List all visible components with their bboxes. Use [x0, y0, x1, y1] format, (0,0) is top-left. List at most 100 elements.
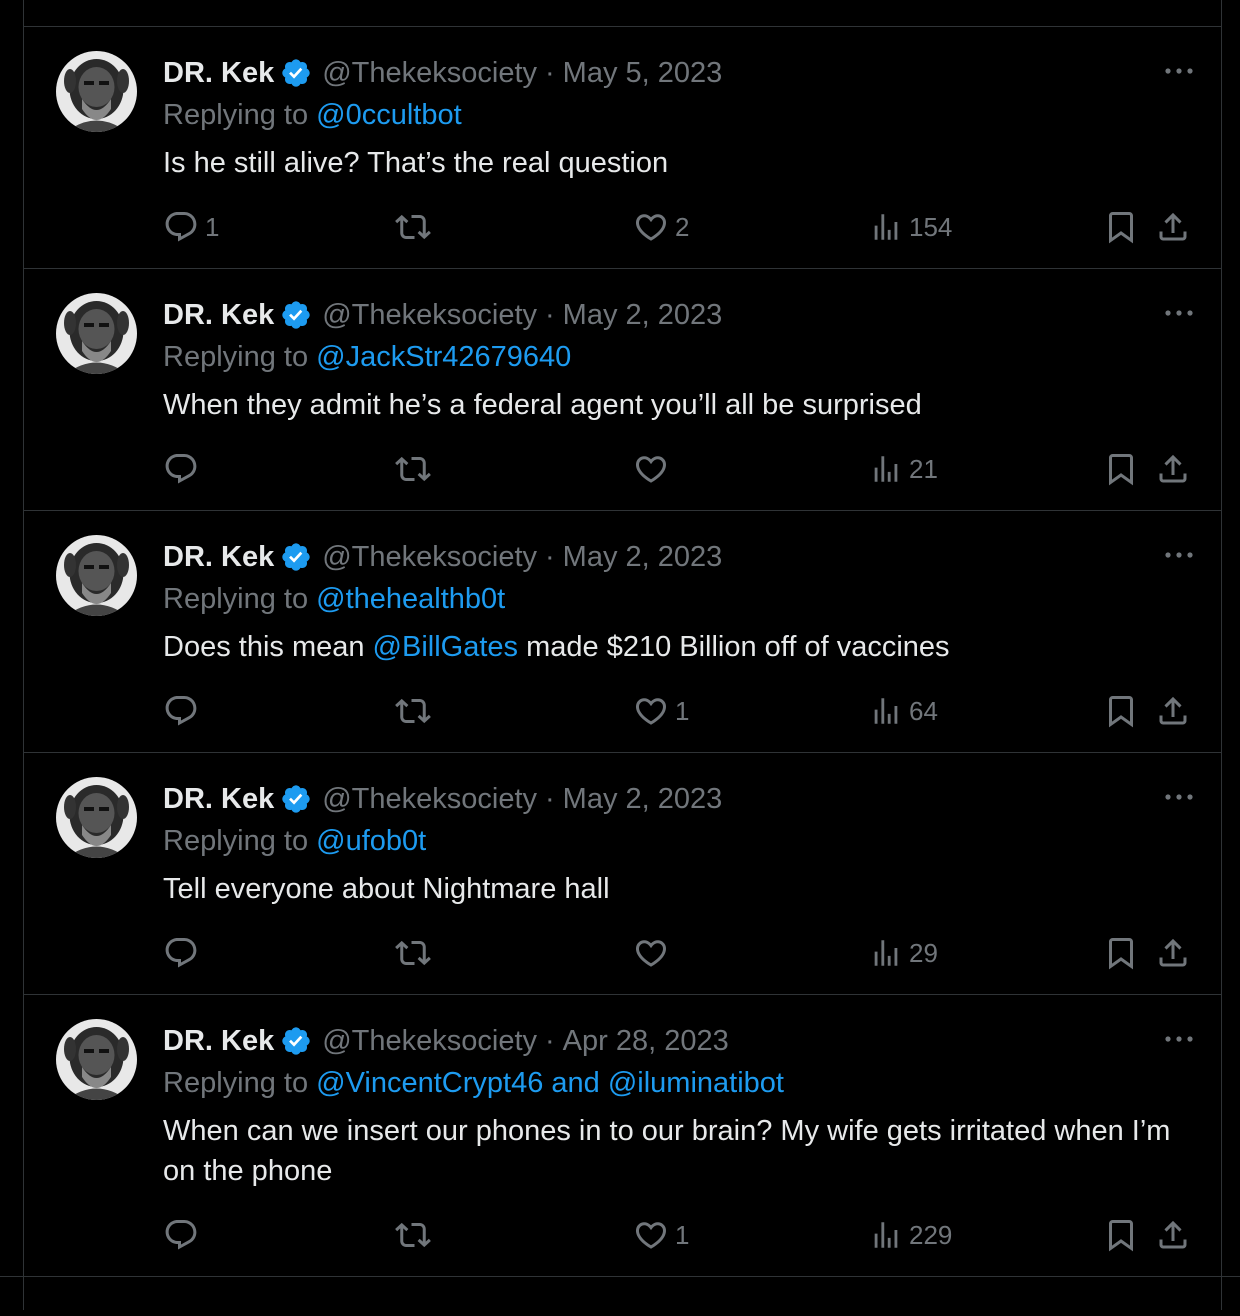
verified-badge-icon[interactable]: [280, 299, 312, 331]
user-handle[interactable]: @Thekeksociety: [322, 1025, 537, 1058]
reply-mention[interactable]: @ufob0t: [316, 825, 426, 857]
retweet-icon: [395, 935, 431, 971]
reply-icon: [163, 209, 199, 245]
retweet-button[interactable]: [395, 691, 437, 731]
bookmark-button[interactable]: [1103, 1215, 1139, 1255]
tweet[interactable]: DR. Kek @Thekeksociety · May 5, 2023 Rep…: [24, 26, 1221, 268]
tweet-actions: 1 2 154: [163, 207, 1193, 247]
like-button[interactable]: 1: [633, 691, 689, 731]
reply-mention[interactable]: @VincentCrypt46: [316, 1067, 543, 1099]
reply-mention-2[interactable]: @iluminatibot: [608, 1067, 784, 1099]
more-icon[interactable]: [1161, 783, 1197, 811]
user-handle[interactable]: @Thekeksociety: [322, 783, 537, 816]
like-icon: [633, 209, 669, 245]
tweet-date[interactable]: May 2, 2023: [563, 541, 723, 574]
share-button[interactable]: [1155, 449, 1191, 489]
share-icon: [1155, 1217, 1191, 1253]
views-button[interactable]: 154: [869, 207, 952, 247]
views-button[interactable]: 229: [869, 1215, 952, 1255]
tweet[interactable]: DR. Kek @Thekeksociety · May 2, 2023 Rep…: [24, 510, 1221, 752]
avatar[interactable]: [56, 777, 137, 858]
reply-mention[interactable]: @0ccultbot: [316, 99, 462, 131]
display-name[interactable]: DR. Kek: [163, 541, 274, 574]
avatar[interactable]: [56, 1019, 137, 1100]
user-handle[interactable]: @Thekeksociety: [322, 541, 537, 574]
bookmark-button[interactable]: [1103, 933, 1139, 973]
tweet-header: DR. Kek @Thekeksociety · May 2, 2023: [163, 539, 722, 575]
display-name[interactable]: DR. Kek: [163, 783, 274, 816]
avatar[interactable]: [56, 51, 137, 132]
retweet-button[interactable]: [395, 207, 437, 247]
tweet[interactable]: DR. Kek @Thekeksociety · Apr 28, 2023 Re…: [24, 994, 1221, 1276]
user-handle[interactable]: @Thekeksociety: [322, 57, 537, 90]
like-button[interactable]: 1: [633, 1215, 689, 1255]
verified-badge-icon[interactable]: [280, 783, 312, 815]
tweet-date[interactable]: May 2, 2023: [563, 299, 723, 332]
share-icon: [1155, 209, 1191, 245]
replying-prefix: Replying to: [163, 1067, 317, 1099]
bookmark-icon: [1103, 209, 1139, 245]
reply-button[interactable]: [163, 449, 205, 489]
tweet-text: When they admit he’s a federal agent you…: [163, 385, 1193, 425]
bookmark-icon: [1103, 935, 1139, 971]
tweet-mention[interactable]: @BillGates: [373, 631, 518, 663]
reply-mention[interactable]: @thehealthb0t: [316, 583, 505, 615]
retweet-icon: [395, 451, 431, 487]
bookmark-button[interactable]: [1103, 691, 1139, 731]
like-icon: [633, 935, 669, 971]
share-button[interactable]: [1155, 1215, 1191, 1255]
avatar[interactable]: [56, 293, 137, 374]
share-button[interactable]: [1155, 691, 1191, 731]
separator-dot: ·: [545, 782, 555, 815]
views-button[interactable]: 21: [869, 449, 938, 489]
bookmark-button[interactable]: [1103, 449, 1139, 489]
more-icon[interactable]: [1161, 541, 1197, 569]
retweet-button[interactable]: [395, 449, 437, 489]
display-name[interactable]: DR. Kek: [163, 57, 274, 90]
user-handle[interactable]: @Thekeksociety: [322, 299, 537, 332]
retweet-button[interactable]: [395, 933, 437, 973]
like-button[interactable]: [633, 933, 675, 973]
share-icon: [1155, 451, 1191, 487]
share-button[interactable]: [1155, 933, 1191, 973]
verified-badge-icon[interactable]: [280, 1025, 312, 1057]
tweet-date[interactable]: May 5, 2023: [563, 57, 723, 90]
reply-icon: [163, 935, 199, 971]
tweet-date[interactable]: May 2, 2023: [563, 783, 723, 816]
reply-button[interactable]: 1: [163, 207, 219, 247]
display-name[interactable]: DR. Kek: [163, 1025, 274, 1058]
tweet-actions: 21: [163, 449, 1193, 489]
separator-dot: ·: [545, 56, 555, 89]
retweet-button[interactable]: [395, 1215, 437, 1255]
reply-icon: [163, 451, 199, 487]
more-icon[interactable]: [1161, 57, 1197, 85]
tweet-date[interactable]: Apr 28, 2023: [563, 1025, 729, 1058]
display-name[interactable]: DR. Kek: [163, 299, 274, 332]
reply-button[interactable]: [163, 1215, 205, 1255]
tweet-actions: 29: [163, 933, 1193, 973]
share-button[interactable]: [1155, 207, 1191, 247]
replying-prefix: Replying to: [163, 825, 317, 857]
views-icon: [869, 1217, 903, 1253]
verified-badge-icon[interactable]: [280, 57, 312, 89]
verified-badge-icon[interactable]: [280, 541, 312, 573]
share-icon: [1155, 693, 1191, 729]
avatar[interactable]: [56, 535, 137, 616]
like-button[interactable]: 2: [633, 207, 689, 247]
tweet-header: DR. Kek @Thekeksociety · May 2, 2023: [163, 297, 722, 333]
bookmark-icon: [1103, 693, 1139, 729]
more-icon[interactable]: [1161, 1025, 1197, 1053]
reply-count: 1: [205, 211, 220, 242]
like-button[interactable]: [633, 449, 675, 489]
reply-mention[interactable]: @JackStr42679640: [316, 341, 571, 373]
bookmark-button[interactable]: [1103, 207, 1139, 247]
tweet-text-part: Does this mean: [163, 631, 373, 663]
tweet[interactable]: DR. Kek @Thekeksociety · May 2, 2023 Rep…: [24, 268, 1221, 510]
views-button[interactable]: 64: [869, 691, 938, 731]
more-icon[interactable]: [1161, 299, 1197, 327]
reply-icon: [163, 693, 199, 729]
tweet[interactable]: DR. Kek @Thekeksociety · May 2, 2023 Rep…: [24, 752, 1221, 994]
views-button[interactable]: 29: [869, 933, 938, 973]
reply-button[interactable]: [163, 933, 205, 973]
reply-button[interactable]: [163, 691, 205, 731]
